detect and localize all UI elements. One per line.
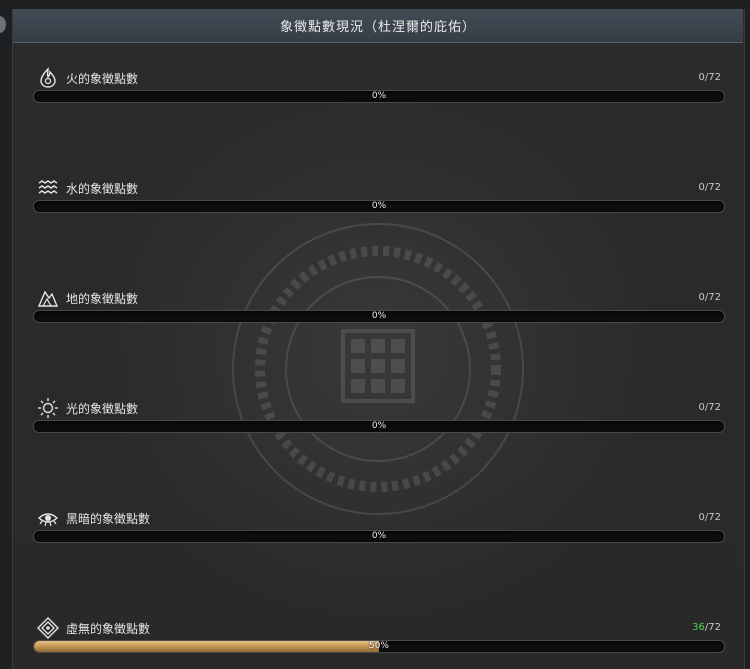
panel-title: 象徵點數現況（杜涅爾的庇佑） [279, 20, 476, 35]
progress-percent: 0% [371, 91, 387, 101]
panel-header: 象徵點數現況（杜涅爾的庇佑） [13, 9, 743, 43]
earth-icon [37, 290, 59, 307]
progress-percent: 0% [371, 311, 387, 321]
fire-icon [40, 67, 56, 88]
symbol-row-void: 虛無的象徵點數 36/72 50% [33, 617, 725, 661]
symbol-row-water: 水的象徵點數 0/72 0% [33, 177, 725, 221]
background-emblem [232, 223, 524, 515]
symbol-count: 0/72 [698, 402, 721, 413]
symbol-row-darkness: 黑暗的象徵點數 0/72 0% [33, 507, 725, 551]
progress-percent: 50% [368, 641, 389, 651]
symbol-row-fire: 火的象徵點數 0/72 0% [33, 67, 725, 111]
symbol-row-light: 光的象徵點數 0/72 0% [33, 397, 725, 441]
symbol-label: 水的象徵點數 [66, 182, 139, 196]
void-icon [37, 617, 59, 639]
progress-bar: 0% [33, 90, 725, 103]
progress-percent: 0% [371, 421, 387, 431]
progress-bar: 0% [33, 530, 725, 543]
symbol-label: 黑暗的象徵點數 [66, 512, 151, 526]
symbol-label: 火的象徵點數 [66, 72, 139, 86]
progress-bar: 50% [33, 640, 725, 653]
left-rail [0, 9, 13, 669]
symbol-points-panel: 象徵點數現況（杜涅爾的庇佑） 火的象徵點數 0/72 0% 水的象徵點數 0/7… [13, 9, 743, 669]
progress-bar: 0% [33, 420, 725, 433]
progress-bar: 0% [33, 310, 725, 323]
progress-bar: 0% [33, 200, 725, 213]
symbol-count: 0/72 [698, 292, 721, 303]
darkness-icon [37, 513, 59, 527]
symbol-count: 0/72 [698, 512, 721, 523]
light-icon [38, 398, 58, 418]
symbol-count: 36/72 [692, 622, 721, 633]
progress-percent: 0% [371, 531, 387, 541]
symbol-label: 光的象徵點數 [66, 402, 139, 416]
symbol-label: 地的象徵點數 [66, 292, 139, 306]
water-icon [38, 180, 58, 194]
symbol-count: 0/72 [698, 182, 721, 193]
symbol-row-earth: 地的象徵點數 0/72 0% [33, 287, 725, 331]
right-rail [744, 9, 750, 669]
symbol-count: 0/72 [698, 72, 721, 83]
window-top-strip [0, 0, 750, 9]
symbol-label: 虛無的象徵點數 [66, 622, 151, 636]
progress-percent: 0% [371, 201, 387, 211]
